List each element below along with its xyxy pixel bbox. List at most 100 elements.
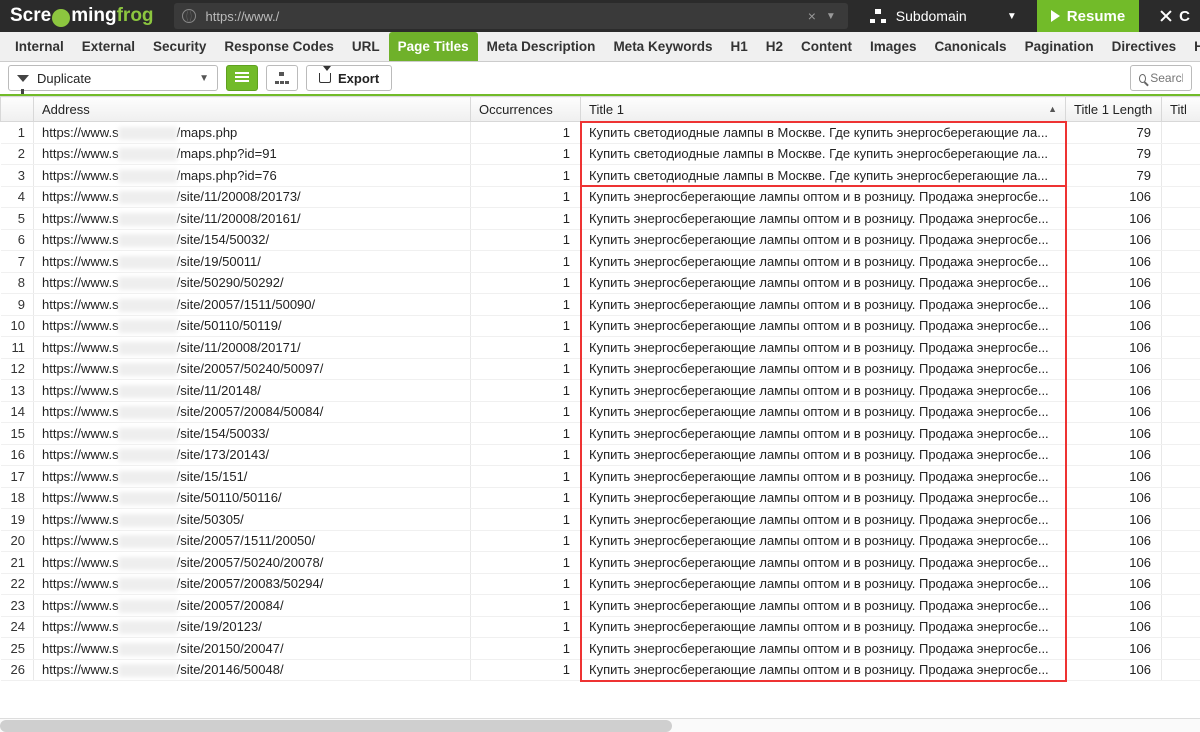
cell-address: https://www.s/maps.php bbox=[34, 122, 471, 144]
cell-address: https://www.s/site/11/20008/20161/ bbox=[34, 208, 471, 230]
horizontal-scrollbar[interactable] bbox=[0, 718, 1200, 732]
table-row[interactable]: 19https://www.s/site/50305/1Купить энерг… bbox=[1, 509, 1200, 531]
results-table-container[interactable]: Address Occurrences Title 1 Title 1 Leng… bbox=[0, 96, 1200, 718]
table-row[interactable]: 20https://www.s/site/20057/1511/20050/1К… bbox=[1, 530, 1200, 552]
col-title1-length[interactable]: Title 1 Length bbox=[1066, 97, 1162, 122]
col-address[interactable]: Address bbox=[34, 97, 471, 122]
cell-partial bbox=[1162, 595, 1200, 617]
clear-url-icon[interactable]: × bbox=[802, 8, 822, 24]
tab-canonicals[interactable]: Canonicals bbox=[926, 32, 1016, 62]
table-row[interactable]: 5https://www.s/site/11/20008/20161/1Купи… bbox=[1, 208, 1200, 230]
filter-dropdown[interactable]: Duplicate ▼ bbox=[8, 65, 218, 91]
table-row[interactable]: 15https://www.s/site/154/50033/1Купить э… bbox=[1, 423, 1200, 445]
cell-occurrences: 1 bbox=[471, 165, 581, 187]
table-row[interactable]: 23https://www.s/site/20057/20084/1Купить… bbox=[1, 595, 1200, 617]
table-row[interactable]: 10https://www.s/site/50110/50119/1Купить… bbox=[1, 315, 1200, 337]
table-row[interactable]: 22https://www.s/site/20057/20083/50294/1… bbox=[1, 573, 1200, 595]
cell-title1-length: 106 bbox=[1066, 466, 1162, 488]
table-row[interactable]: 17https://www.s/site/15/151/1Купить энер… bbox=[1, 466, 1200, 488]
table-row[interactable]: 8https://www.s/site/50290/50292/1Купить … bbox=[1, 272, 1200, 294]
cell-title1-length: 106 bbox=[1066, 337, 1162, 359]
cell-title1-length: 106 bbox=[1066, 530, 1162, 552]
close-icon bbox=[1159, 9, 1173, 23]
cell-address: https://www.s/site/50305/ bbox=[34, 509, 471, 531]
table-row[interactable]: 18https://www.s/site/50110/50116/1Купить… bbox=[1, 487, 1200, 509]
tab-images[interactable]: Images bbox=[861, 32, 926, 62]
col-title1[interactable]: Title 1 bbox=[581, 97, 1066, 122]
clear-button[interactable]: C bbox=[1145, 0, 1200, 32]
tab-pagination[interactable]: Pagination bbox=[1016, 32, 1103, 62]
tab-security[interactable]: Security bbox=[144, 32, 215, 62]
cell-partial bbox=[1162, 423, 1200, 445]
tab-meta-keywords[interactable]: Meta Keywords bbox=[604, 32, 721, 62]
table-row[interactable]: 25https://www.s/site/20150/20047/1Купить… bbox=[1, 638, 1200, 660]
tree-view-button[interactable] bbox=[266, 65, 298, 91]
table-row[interactable]: 1https://www.s/maps.php1Купить светодиод… bbox=[1, 122, 1200, 144]
scrollbar-thumb[interactable] bbox=[0, 720, 672, 732]
cell-title1: Купить энергосберегающие лампы оптом и в… bbox=[581, 423, 1066, 445]
cell-index: 12 bbox=[1, 358, 34, 380]
table-row[interactable]: 4https://www.s/site/11/20008/20173/1Купи… bbox=[1, 186, 1200, 208]
tab-external[interactable]: External bbox=[73, 32, 144, 62]
tab-page-titles[interactable]: Page Titles bbox=[389, 32, 478, 62]
table-row[interactable]: 21https://www.s/site/20057/50240/20078/1… bbox=[1, 552, 1200, 574]
url-text: https://www./ bbox=[206, 9, 280, 24]
cell-partial bbox=[1162, 444, 1200, 466]
cell-occurrences: 1 bbox=[471, 423, 581, 445]
cell-index: 19 bbox=[1, 509, 34, 531]
app-topbar: Scremingfrog https://www./ × ▼ Subdomain… bbox=[0, 0, 1200, 32]
tab-directives[interactable]: Directives bbox=[1103, 32, 1186, 62]
cell-title1-length: 106 bbox=[1066, 401, 1162, 423]
cell-occurrences: 1 bbox=[471, 509, 581, 531]
tab-hreflang[interactable]: Hreflang bbox=[1185, 32, 1200, 62]
table-row[interactable]: 9https://www.s/site/20057/1511/50090/1Ку… bbox=[1, 294, 1200, 316]
url-history-caret-icon[interactable]: ▼ bbox=[822, 11, 840, 22]
cell-occurrences: 1 bbox=[471, 229, 581, 251]
table-row[interactable]: 2https://www.s/maps.php?id=911Купить све… bbox=[1, 143, 1200, 165]
col-index[interactable] bbox=[1, 97, 34, 122]
mode-dropdown[interactable]: Subdomain ▼ bbox=[856, 0, 1031, 32]
cell-title1: Купить энергосберегающие лампы оптом и в… bbox=[581, 573, 1066, 595]
table-row[interactable]: 3https://www.s/maps.php?id=761Купить све… bbox=[1, 165, 1200, 187]
table-row[interactable]: 26https://www.s/site/20146/50048/1Купить… bbox=[1, 659, 1200, 681]
table-row[interactable]: 12https://www.s/site/20057/50240/50097/1… bbox=[1, 358, 1200, 380]
search-field[interactable] bbox=[1150, 71, 1183, 85]
cell-title1: Купить энергосберегающие лампы оптом и в… bbox=[581, 595, 1066, 617]
chevron-down-icon: ▼ bbox=[1007, 11, 1017, 22]
cell-index: 23 bbox=[1, 595, 34, 617]
cell-index: 20 bbox=[1, 530, 34, 552]
cell-index: 22 bbox=[1, 573, 34, 595]
col-title-partial[interactable]: Titl bbox=[1162, 97, 1200, 122]
cell-title1: Купить светодиодные лампы в Москве. Где … bbox=[581, 165, 1066, 187]
table-row[interactable]: 11https://www.s/site/11/20008/20171/1Куп… bbox=[1, 337, 1200, 359]
table-row[interactable]: 16https://www.s/site/173/20143/1Купить э… bbox=[1, 444, 1200, 466]
tab-h1[interactable]: H1 bbox=[721, 32, 756, 62]
export-button[interactable]: Export bbox=[306, 65, 392, 91]
table-row[interactable]: 14https://www.s/site/20057/20084/50084/1… bbox=[1, 401, 1200, 423]
search-input[interactable] bbox=[1130, 65, 1192, 91]
cell-occurrences: 1 bbox=[471, 573, 581, 595]
list-view-button[interactable] bbox=[226, 65, 258, 91]
cell-title1: Купить энергосберегающие лампы оптом и в… bbox=[581, 315, 1066, 337]
table-row[interactable]: 6https://www.s/site/154/50032/1Купить эн… bbox=[1, 229, 1200, 251]
cell-index: 8 bbox=[1, 272, 34, 294]
cell-address: https://www.s/site/50110/50119/ bbox=[34, 315, 471, 337]
cell-occurrences: 1 bbox=[471, 208, 581, 230]
tab-meta-description[interactable]: Meta Description bbox=[478, 32, 605, 62]
table-row[interactable]: 7https://www.s/site/19/50011/1Купить эне… bbox=[1, 251, 1200, 273]
cell-index: 15 bbox=[1, 423, 34, 445]
tab-h2[interactable]: H2 bbox=[757, 32, 792, 62]
url-input[interactable]: https://www./ × ▼ bbox=[174, 3, 848, 29]
tab-url[interactable]: URL bbox=[343, 32, 389, 62]
tab-response-codes[interactable]: Response Codes bbox=[215, 32, 343, 62]
cell-title1: Купить энергосберегающие лампы оптом и в… bbox=[581, 337, 1066, 359]
tab-internal[interactable]: Internal bbox=[6, 32, 73, 62]
cell-title1: Купить энергосберегающие лампы оптом и в… bbox=[581, 659, 1066, 681]
cell-title1-length: 106 bbox=[1066, 573, 1162, 595]
cell-occurrences: 1 bbox=[471, 294, 581, 316]
col-occurrences[interactable]: Occurrences bbox=[471, 97, 581, 122]
table-row[interactable]: 24https://www.s/site/19/20123/1Купить эн… bbox=[1, 616, 1200, 638]
table-row[interactable]: 13https://www.s/site/11/20148/1Купить эн… bbox=[1, 380, 1200, 402]
resume-button[interactable]: Resume bbox=[1037, 0, 1139, 32]
tab-content[interactable]: Content bbox=[792, 32, 861, 62]
